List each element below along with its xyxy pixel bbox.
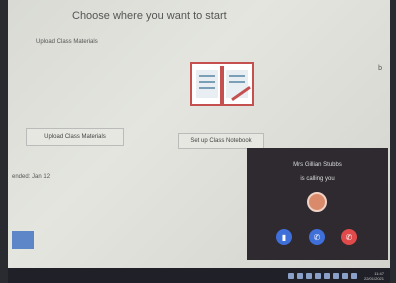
incoming-call-notification: Mrs Gillian Stubbs is calling you ▮ ✆ ✆ xyxy=(247,148,388,260)
notebook-left-page xyxy=(196,70,218,98)
notebook-spine xyxy=(220,66,224,104)
app-icon[interactable] xyxy=(332,272,339,279)
hang-up-icon[interactable]: ✆ xyxy=(341,229,357,245)
notebook-illustration xyxy=(190,62,254,106)
set-up-class-notebook-button[interactable]: Set up Class Notebook xyxy=(178,133,264,149)
network-icon[interactable] xyxy=(341,272,348,279)
upload-heading: Upload Class Materials xyxy=(36,39,98,45)
video-icon[interactable]: ▮ xyxy=(276,229,292,245)
clock-date: 22/01/2021 xyxy=(363,275,384,281)
page-title: Choose where you want to start xyxy=(72,10,227,22)
added-text: ended: Jan 12 xyxy=(12,174,51,180)
right-marker: b xyxy=(378,65,382,72)
clock[interactable]: 11:47 22/01/2021 xyxy=(364,271,384,281)
caller-avatar xyxy=(307,192,327,212)
app-icon[interactable] xyxy=(314,272,321,279)
app-icon[interactable] xyxy=(305,272,312,279)
app-icon[interactable] xyxy=(296,272,303,279)
call-status: is calling you xyxy=(300,176,335,182)
app-icon[interactable] xyxy=(323,272,330,279)
caller-name: Mrs Gillian Stubbs xyxy=(293,162,342,168)
volume-icon[interactable] xyxy=(350,272,357,279)
blue-square[interactable] xyxy=(12,231,34,249)
upload-class-materials-button[interactable]: Upload Class Materials xyxy=(26,128,124,146)
phone-icon[interactable]: ✆ xyxy=(309,229,325,245)
app-icon[interactable] xyxy=(287,272,294,279)
taskbar: 11:47 22/01/2021 xyxy=(8,268,390,283)
